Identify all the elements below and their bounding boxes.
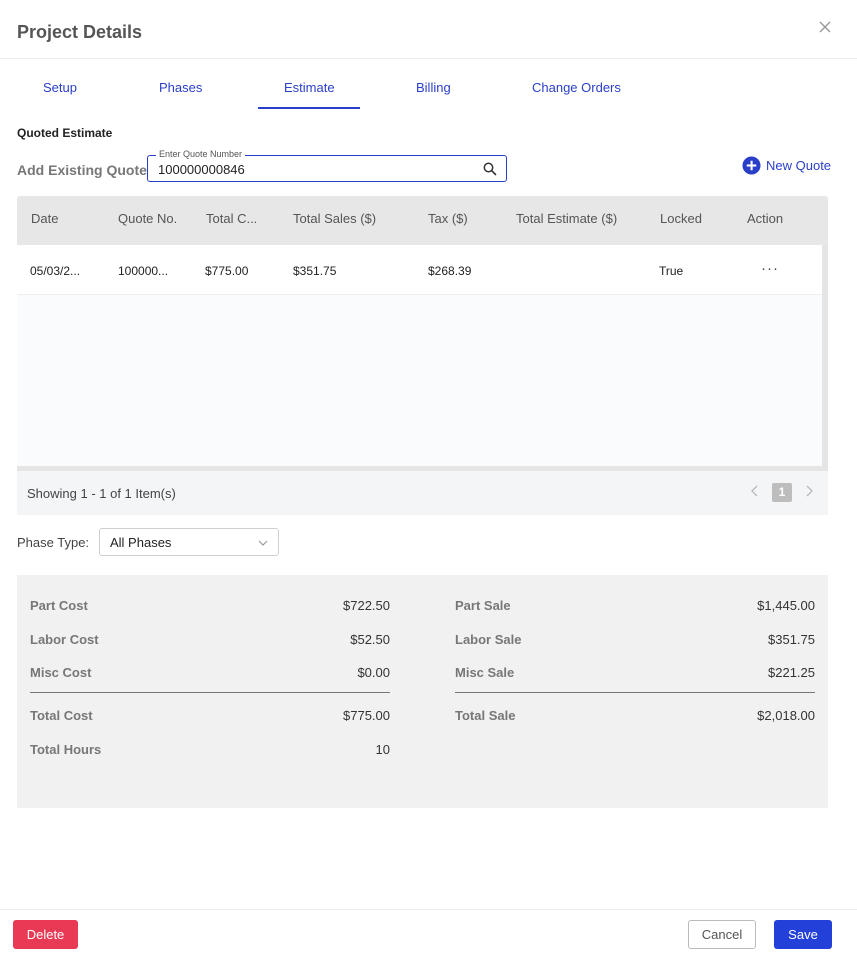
column-header-total-sales[interactable]: Total Sales ($) bbox=[293, 211, 376, 226]
cancel-button[interactable]: Cancel bbox=[688, 920, 756, 949]
dialog-header: Project Details bbox=[0, 0, 857, 59]
chevron-right-icon[interactable] bbox=[802, 483, 816, 499]
total-sale-label: Total Sale bbox=[455, 708, 516, 723]
total-cost-value: $775.00 bbox=[343, 708, 390, 723]
sale-divider bbox=[455, 692, 815, 693]
part-cost-value: $722.50 bbox=[343, 598, 390, 613]
cell-total-cost: $775.00 bbox=[205, 264, 249, 278]
chevron-left-icon[interactable] bbox=[748, 483, 762, 499]
column-header-tax[interactable]: Tax ($) bbox=[428, 211, 468, 226]
cell-total-sales: $351.75 bbox=[293, 264, 337, 278]
plus-circle-icon bbox=[742, 155, 761, 175]
labor-sale-value: $351.75 bbox=[768, 632, 815, 647]
column-header-locked[interactable]: Locked bbox=[660, 211, 702, 226]
chevron-down-icon bbox=[258, 540, 268, 546]
tab-phases[interactable]: Phases bbox=[159, 80, 202, 95]
column-header-total-estimate[interactable]: Total Estimate ($) bbox=[516, 211, 617, 226]
total-hours-label: Total Hours bbox=[30, 742, 102, 757]
column-header-total-cost[interactable]: Total C... bbox=[206, 211, 257, 226]
labor-sale-label: Labor Sale bbox=[455, 632, 522, 647]
pager-summary: Showing 1 - 1 of 1 Item(s) bbox=[27, 486, 176, 501]
quote-number-input[interactable] bbox=[158, 162, 458, 177]
active-tab-indicator bbox=[258, 107, 360, 109]
tab-setup[interactable]: Setup bbox=[43, 80, 77, 95]
quotes-grid: Date Quote No. Total C... Total Sales ($… bbox=[17, 196, 828, 515]
part-sale-label: Part Sale bbox=[455, 598, 511, 613]
tab-estimate[interactable]: Estimate bbox=[284, 80, 335, 95]
cell-date: 05/03/2... bbox=[30, 264, 81, 278]
phase-type-select[interactable]: All Phases bbox=[99, 528, 279, 556]
dialog-footer: Delete Cancel Save bbox=[0, 909, 857, 958]
search-icon[interactable] bbox=[482, 161, 498, 177]
close-icon[interactable] bbox=[816, 18, 834, 36]
phase-type-value: All Phases bbox=[110, 535, 172, 550]
new-quote-button[interactable]: New Quote bbox=[742, 155, 831, 175]
add-existing-quote-label: Add Existing Quote: bbox=[17, 162, 152, 178]
part-sale-value: $1,445.00 bbox=[757, 598, 815, 613]
part-cost-label: Part Cost bbox=[30, 598, 88, 613]
grid-pager: Showing 1 - 1 of 1 Item(s) 1 bbox=[17, 471, 828, 515]
tab-bar: Setup Phases Estimate Billing Change Ord… bbox=[0, 60, 857, 110]
misc-cost-value: $0.00 bbox=[357, 665, 390, 680]
delete-button[interactable]: Delete bbox=[13, 920, 78, 949]
cell-tax: $268.39 bbox=[428, 264, 472, 278]
cost-summary-panel: Part Cost $722.50 Labor Cost $52.50 Misc… bbox=[17, 575, 828, 808]
phase-type-label: Phase Type: bbox=[17, 535, 90, 550]
row-actions-menu-icon[interactable]: ··· bbox=[761, 260, 779, 277]
column-header-date[interactable]: Date bbox=[31, 211, 58, 226]
labor-cost-label: Labor Cost bbox=[30, 632, 99, 647]
column-header-quote-no[interactable]: Quote No. bbox=[118, 211, 177, 226]
total-hours-value: 10 bbox=[375, 742, 390, 757]
misc-sale-value: $221.25 bbox=[768, 665, 815, 680]
quote-number-field: Enter Quote Number bbox=[147, 149, 507, 182]
total-sale-value: $2,018.00 bbox=[757, 708, 815, 723]
total-cost-label: Total Cost bbox=[30, 708, 93, 723]
cell-quote-no: 100000... bbox=[118, 264, 169, 278]
grid-header: Date Quote No. Total C... Total Sales ($… bbox=[17, 196, 828, 245]
page-number-button[interactable]: 1 bbox=[772, 483, 792, 502]
misc-sale-label: Misc Sale bbox=[455, 665, 515, 680]
save-button[interactable]: Save bbox=[774, 920, 832, 949]
tab-billing[interactable]: Billing bbox=[416, 80, 451, 95]
quote-number-field-label: Enter Quote Number bbox=[156, 149, 246, 159]
vertical-scrollbar[interactable] bbox=[822, 245, 828, 467]
section-title-quoted-estimate: Quoted Estimate bbox=[17, 126, 113, 140]
dialog-title: Project Details bbox=[17, 22, 143, 42]
misc-cost-label: Misc Cost bbox=[30, 665, 92, 680]
table-row[interactable]: 05/03/2... 100000... $775.00 $351.75 $26… bbox=[17, 245, 822, 295]
tab-change-orders[interactable]: Change Orders bbox=[532, 80, 621, 95]
new-quote-label: New Quote bbox=[766, 157, 832, 173]
cost-divider bbox=[30, 692, 390, 693]
cell-locked: True bbox=[659, 264, 684, 278]
column-header-action: Action bbox=[747, 211, 784, 226]
labor-cost-value: $52.50 bbox=[350, 632, 390, 647]
